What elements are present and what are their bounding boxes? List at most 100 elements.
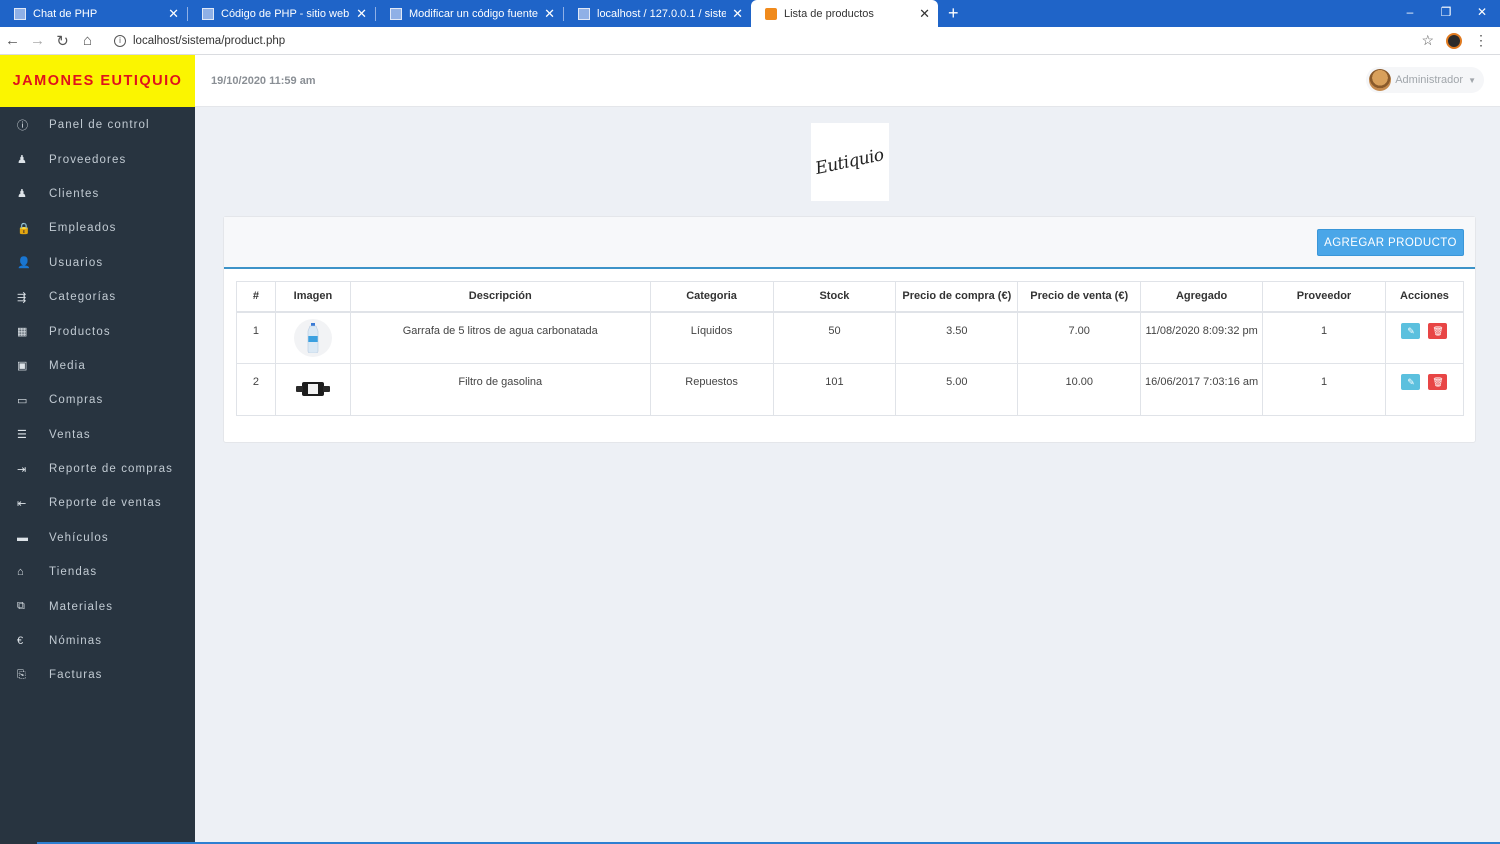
minimize-icon[interactable]: – — [1392, 0, 1428, 27]
sidebar-item-ventas[interactable]: ☰ Ventas — [0, 418, 195, 452]
brand-logo[interactable]: JAMONES EUTIQUIO — [0, 55, 195, 107]
home-icon[interactable]: ⌂ — [75, 32, 100, 49]
bookmark-star-icon[interactable]: ☆ — [1421, 32, 1434, 49]
column-header: Proveedor — [1262, 281, 1386, 313]
company-logo: Eutiquio — [811, 123, 889, 201]
categories-icon: ⇶ — [17, 291, 28, 304]
sidebar-item-empleados[interactable]: 🔒 Empleados — [0, 211, 195, 245]
dashboard-icon: ⓘ — [17, 120, 30, 133]
close-tab-icon[interactable]: ✕ — [356, 6, 367, 22]
lock-icon: 🔒 — [17, 222, 32, 235]
log-in-icon: ⇥ — [17, 463, 28, 476]
extension-icon[interactable] — [1446, 32, 1462, 49]
edit-icon[interactable]: ✎ — [1401, 374, 1421, 390]
product-stock: 101 — [772, 363, 897, 416]
maximize-icon[interactable]: ❐ — [1428, 0, 1464, 27]
browser-tab-1[interactable]: Código de PHP - sitio web de in✕ — [188, 0, 375, 27]
supplier-icon: ♟ — [17, 154, 28, 167]
product-buy-price: 3.50 — [895, 311, 1019, 364]
copy-icon: ⎘ — [17, 668, 27, 681]
browser-tab-bar: Chat de PHP✕ Código de PHP - sitio web d… — [0, 0, 1500, 27]
product-supplier: 1 — [1262, 363, 1386, 416]
url-field[interactable]: i localhost/sistema/product.php — [114, 34, 1421, 47]
list-icon: ☰ — [17, 429, 28, 442]
product-supplier: 1 — [1262, 311, 1386, 364]
forward-arrow-icon[interactable]: → — [25, 32, 50, 49]
browser-tab-4[interactable]: Lista de productos ✕ — [751, 0, 938, 27]
sidebar-item-compras[interactable]: ▭ Compras — [0, 383, 195, 417]
reload-icon[interactable]: ↻ — [50, 32, 75, 50]
sidebar-item-categorias[interactable]: ⇶ Categorías — [0, 280, 195, 314]
products-panel: AGREGAR PRODUCTO # Imagen Descripción Ca… — [223, 216, 1476, 443]
column-header: Precio de venta (€) — [1017, 281, 1142, 313]
add-product-button[interactable]: AGREGAR PRODUCTO — [1317, 229, 1464, 256]
browser-tab-3[interactable]: localhost / 127.0.0.1 / sistema | p✕ — [564, 0, 751, 27]
window-controls: – ❐ ✕ — [1392, 0, 1500, 27]
fuel-filter-image — [295, 378, 330, 400]
close-window-icon[interactable]: ✕ — [1464, 0, 1500, 27]
gift-icon: ⧉ — [17, 600, 26, 613]
column-header: Descripción — [349, 281, 651, 313]
product-stock: 50 — [772, 311, 897, 364]
sidebar: JAMONES EUTIQUIO ⓘ Panel de control ♟ Prov… — [0, 55, 195, 844]
row-actions: ✎ 🗑 — [1384, 311, 1465, 364]
sidebar-item-materiales[interactable]: ⧉ Materiales — [0, 589, 195, 623]
sidebar-item-usuarios[interactable]: 👤 Usuarios — [0, 246, 195, 280]
vehicle-icon: ▬ — [17, 531, 30, 544]
column-header: Categoria — [649, 281, 774, 313]
column-header: Precio de compra (€) — [895, 281, 1019, 313]
product-description: Garrafa de 5 litros de agua carbonatada — [349, 311, 651, 364]
menu-kebab-icon[interactable]: ⋮ — [1474, 32, 1488, 49]
sidebar-item-panel-de-control[interactable]: ⓘ Panel de control — [0, 108, 195, 142]
log-out-icon: ⇤ — [17, 497, 28, 510]
product-added-date: 11/08/2020 8:09:32 pm — [1140, 311, 1264, 364]
product-sell-price: 7.00 — [1017, 311, 1142, 364]
column-header: Acciones — [1384, 281, 1465, 313]
table-header-row: # Imagen Descripción Categoria Stock Pre… — [236, 281, 1465, 313]
sidebar-item-vehiculos[interactable]: ▬ Vehículos — [0, 521, 195, 555]
sidebar-item-productos[interactable]: ▦ Productos — [0, 314, 195, 348]
sidebar-item-reporte-compras[interactable]: ⇥ Reporte de compras — [0, 452, 195, 486]
sidebar-item-facturas[interactable]: ⎘ Facturas — [0, 658, 195, 692]
product-image-cell — [274, 363, 351, 416]
sidebar-item-clientes[interactable]: ♟ Clientes — [0, 177, 195, 211]
favicon-icon — [765, 7, 777, 20]
home-icon: ⌂ — [17, 566, 25, 579]
back-arrow-icon[interactable]: ← — [0, 32, 25, 49]
close-tab-icon[interactable]: ✕ — [168, 6, 179, 22]
grid-icon: ▦ — [17, 326, 29, 339]
browser-tab-2[interactable]: Modificar un código fuente ✕ — [376, 0, 563, 27]
sidebar-item-nominas[interactable]: € Nóminas — [0, 624, 195, 658]
current-datetime: 19/10/2020 11:59 am — [211, 75, 316, 87]
sidebar-item-proveedores[interactable]: ♟ Proveedores — [0, 142, 195, 176]
sidebar-item-tiendas[interactable]: ⌂ Tiendas — [0, 555, 195, 589]
new-tab-button[interactable]: + — [938, 0, 969, 27]
logo-text: Eutiquio — [814, 145, 886, 179]
product-category: Líquidos — [649, 311, 774, 364]
browser-tab-0[interactable]: Chat de PHP ✕ — [0, 0, 187, 27]
trash-icon[interactable]: 🗑 — [1428, 322, 1448, 339]
close-tab-icon[interactable]: ✕ — [919, 6, 930, 22]
product-sell-price: 10.00 — [1017, 363, 1142, 416]
row-number: 1 — [236, 311, 276, 364]
product-description: Filtro de gasolina — [349, 363, 651, 416]
column-header: Stock — [772, 281, 897, 313]
address-bar: ← → ↻ ⌂ i localhost/sistema/product.php … — [0, 27, 1500, 55]
user-menu[interactable]: Administrador ▼ — [1366, 67, 1484, 93]
close-tab-icon[interactable]: ✕ — [544, 6, 555, 22]
column-header: # — [236, 281, 276, 313]
inbox-icon: ▭ — [17, 394, 29, 407]
product-image-cell — [274, 311, 351, 364]
favicon-icon — [14, 7, 26, 20]
table-row: 2 Filtro de gasolina Repuestos 101 5.00 — [236, 363, 1465, 416]
sidebar-item-media[interactable]: ▣ Media — [0, 349, 195, 383]
client-icon: ♟ — [17, 188, 28, 201]
trash-icon[interactable]: 🗑 — [1428, 374, 1448, 390]
product-added-date: 16/06/2017 7:03:16 am — [1140, 363, 1264, 416]
sidebar-item-reporte-ventas[interactable]: ⇤ Reporte de ventas — [0, 486, 195, 520]
edit-icon[interactable]: ✎ — [1401, 322, 1421, 339]
favicon-icon — [390, 7, 402, 20]
column-header: Agregado — [1140, 281, 1264, 313]
info-icon[interactable]: i — [114, 34, 126, 47]
close-tab-icon[interactable]: ✕ — [732, 6, 743, 22]
